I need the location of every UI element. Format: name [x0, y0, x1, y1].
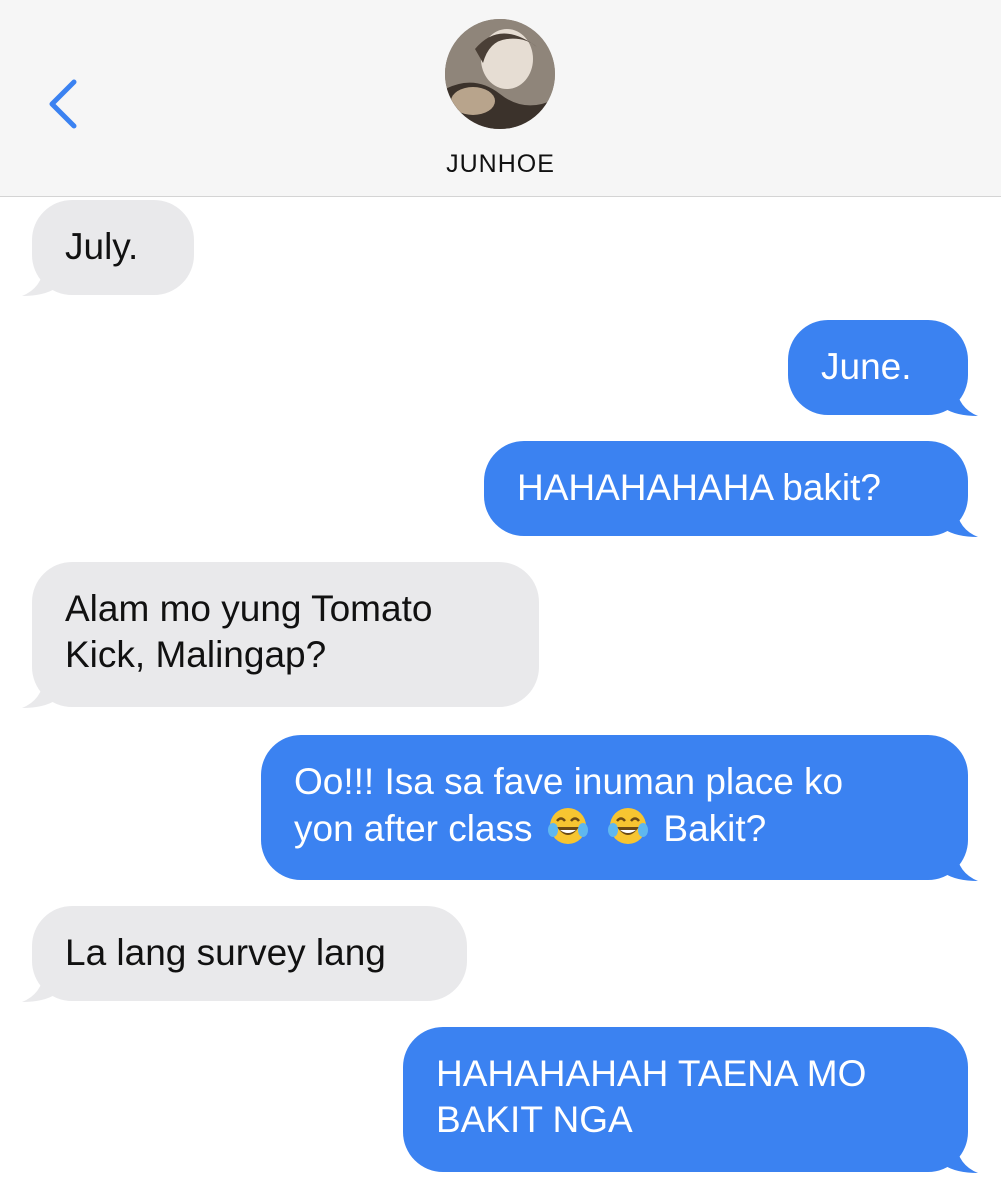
bubble-tail — [22, 972, 56, 1002]
back-button[interactable] — [42, 76, 86, 132]
message-text-line: Kick, Malingap? — [65, 634, 327, 675]
message-thread: July. June. HAHAHAHAHA bakit? Alam mo yu… — [0, 197, 1001, 1200]
outgoing-message-bubble[interactable]: HAHAHAHAH TAENA MO BAKIT NGA — [403, 1027, 978, 1173]
message-text: HAHAHAHAHA bakit? — [517, 467, 881, 508]
message-text-line: BAKIT NGA — [436, 1099, 633, 1140]
outgoing-message-bubble[interactable]: Oo!!! Isa sa fave inuman place ko yon af… — [261, 735, 978, 881]
bubble-tail — [22, 678, 56, 708]
bubble-tail — [944, 851, 978, 881]
outgoing-message-bubble[interactable]: HAHAHAHAHA bakit? — [484, 441, 978, 537]
message-text: July. — [65, 226, 139, 267]
message-text-line: HAHAHAHAH TAENA MO — [436, 1053, 867, 1094]
message-text-segment: yon after class — [294, 808, 533, 849]
contact-name[interactable]: JUNHOE — [0, 150, 1001, 179]
incoming-message-bubble[interactable]: La lang survey lang — [22, 906, 467, 1002]
bubble-tail — [944, 1143, 978, 1173]
incoming-message-bubble[interactable]: Alam mo yung Tomato Kick, Malingap? — [22, 562, 539, 708]
outgoing-message-bubble[interactable]: June. — [788, 320, 978, 416]
conversation-header: JUNHOE — [0, 0, 1001, 197]
bubble-tail — [944, 507, 978, 537]
face-with-tears-of-joy-icon — [547, 808, 588, 844]
message-text: June. — [821, 346, 912, 387]
contact-avatar[interactable] — [445, 19, 555, 129]
avatar-photo — [445, 19, 555, 129]
face-with-tears-of-joy-icon — [608, 808, 649, 844]
incoming-message-bubble[interactable]: July. — [22, 200, 194, 296]
message-text-line: Oo!!! Isa sa fave inuman place ko — [294, 761, 844, 802]
message-text-line: yon after class Bakit? — [294, 805, 935, 852]
message-text-line: Alam mo yung Tomato — [65, 588, 433, 629]
bubble-tail — [22, 266, 56, 296]
bubble-tail — [944, 386, 978, 416]
chevron-left-icon — [49, 79, 77, 129]
message-text-segment: Bakit? — [663, 808, 767, 849]
message-text: La lang survey lang — [65, 932, 386, 973]
